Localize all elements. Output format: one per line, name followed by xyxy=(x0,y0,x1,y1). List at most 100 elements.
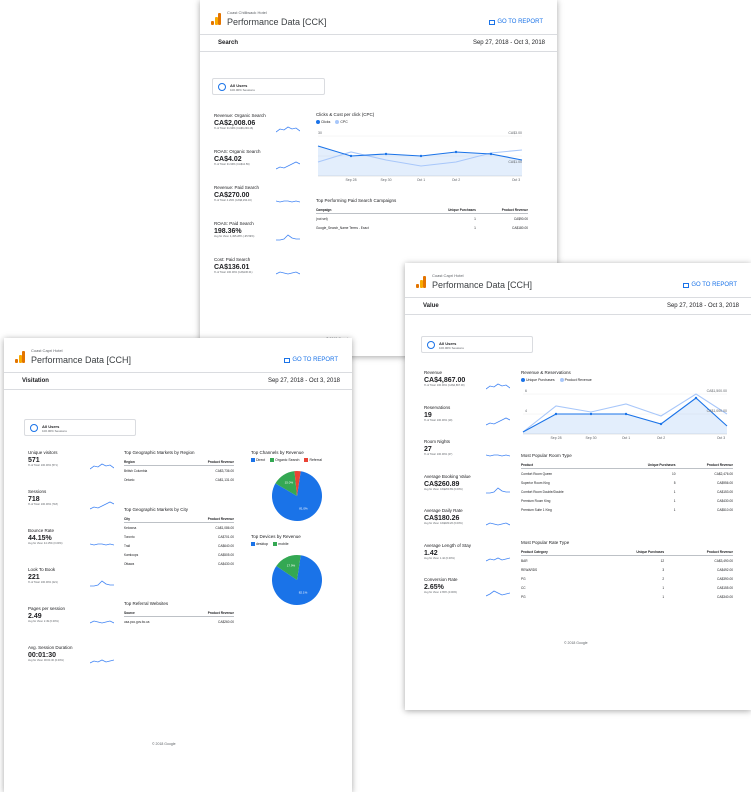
go-to-report-link[interactable]: GO TO REPORT xyxy=(489,19,543,25)
kpi-label: ROAS: Paid Search xyxy=(214,221,254,226)
table-row: Comfort Room Queen 10 CA$2,476.00 xyxy=(521,471,733,476)
table-row: (not set) 1 CA$90.00 xyxy=(316,216,528,221)
open-external-icon xyxy=(489,19,496,25)
rate-type-table: Product Category Unique Purchases Product … xyxy=(521,548,733,601)
kpi-label: Reservations xyxy=(424,404,451,410)
hotel-name: Coast Chilliwack Hotel xyxy=(227,10,267,15)
date-range[interactable]: Sep 27, 2018 - Oct 3, 2018 xyxy=(667,303,739,309)
kpi-label: Average Length of Stay xyxy=(424,542,471,548)
kpi-scorecard: Pages per session 2.49 Avg for View: 2.49 … xyxy=(28,606,114,624)
legend-item: Clicks xyxy=(316,120,330,125)
report-header: Coast Capri Hotel Performance Data [CCH]… xyxy=(4,338,352,372)
chart-title: Top Devices by Revenue xyxy=(251,534,301,539)
kpi-subtext: % of Total: 31.99% (CA$6,294.16) xyxy=(214,127,254,130)
table-row: Trail CA$640.00 xyxy=(124,543,234,548)
kpi-value: 718 xyxy=(28,496,40,503)
date-range[interactable]: Sep 27, 2018 - Oct 3, 2018 xyxy=(268,378,340,384)
table-title: Top Referral Websites xyxy=(124,601,169,606)
city-table-block: Top Geographic Markets by City City Produ… xyxy=(124,507,234,568)
segment-sub: 100.00% Sessions xyxy=(230,88,255,92)
room-type-table-block: Most Popular Room Type Product Unique Pur… xyxy=(521,453,733,514)
kpi-scorecard: Bounce Rate 44.15% Avg for View: 44.15% (0… xyxy=(28,528,114,546)
segment-ring-icon xyxy=(30,424,38,432)
section-name: Value xyxy=(423,303,439,309)
kpi-label: Bounce Rate xyxy=(28,528,55,533)
sparkline xyxy=(90,580,114,587)
date-range[interactable]: Sep 27, 2018 - Oct 3, 2018 xyxy=(473,40,545,46)
table-row: PG 2 CA$390.00 xyxy=(521,576,733,581)
chart-legend: Clicks CPC xyxy=(316,120,528,125)
footer-copyright: © 2018 Google xyxy=(152,742,176,746)
line-chart-svg: 30 CA$3.00 CA$1.00 Sep 28 Sep 30 Oct 1 O… xyxy=(317,131,523,182)
table-row: Superior Room King 5 CA$956.00 xyxy=(521,480,733,485)
section-name: Visitation xyxy=(22,378,49,384)
table-title: Most Popular Room Type xyxy=(521,453,572,458)
kpi-subtext: Avg for View: 44.15% (0.00%) xyxy=(28,542,63,545)
referral-table: Source Product Revenue usa.pco.gov.bc.ca C… xyxy=(124,609,234,626)
x-tick: Oct 2 xyxy=(657,436,665,440)
chart-legend: Unique Purchases Product Revenue xyxy=(521,378,733,383)
room-type-table: Product Unique Purchases Product Revenue C… xyxy=(521,461,733,514)
table-row: Premium Room King 1 CA$430.00 xyxy=(521,498,733,503)
kpi-label: Unique visitors xyxy=(28,450,58,455)
kpi-label: Conversion Rate xyxy=(424,577,458,582)
kpi-scorecard: ROAS: Paid Search 198.36% Avg for View: 4,… xyxy=(214,221,300,241)
sparkline xyxy=(486,486,510,493)
kpi-subtext: % of Total: 4.29% (CA$6,294.16) xyxy=(214,199,252,202)
sparkline xyxy=(90,501,114,510)
kpi-label: Cost: Paid Search xyxy=(214,257,251,262)
report-page-visitation: Coast Capri Hotel Performance Data [CCH]… xyxy=(4,338,352,792)
sparkline xyxy=(90,463,114,470)
kpi-scorecard: Revenue: Organic Search CA$2,008.06% of T… xyxy=(214,113,300,133)
table-row: Ottawa CA$430.00 xyxy=(124,561,234,566)
x-tick: Sep 28 xyxy=(550,436,561,440)
segment-chip[interactable]: All Users 100.00% Sessions xyxy=(421,336,533,353)
kpi-subtext: % of Total: 100.00% (221) xyxy=(28,581,58,584)
x-tick: Sep 30 xyxy=(585,436,596,440)
kpi-label: Room Nights xyxy=(424,439,451,444)
legend-item: CPC xyxy=(335,120,348,125)
kpi-subtext: % of Total: 100.00% (CA$136.01) xyxy=(214,271,253,274)
kpi-subtext: % of Total: 100.00% (27) xyxy=(424,453,453,456)
line-chart-svg: 6 CA$1,500.00 4 CA$1,000.00 Sep 28 Sep 3… xyxy=(522,389,728,440)
table-title: Top Geographic Markets by Region xyxy=(124,450,195,455)
kpi-value: 571 xyxy=(28,457,40,464)
kpi-label: Revenue xyxy=(424,370,443,375)
kpi-scorecard: Average Booking Value CA$260.89 Avg for Vi… xyxy=(424,474,510,493)
kpi-value: 2.49 xyxy=(28,613,42,620)
segment-chip[interactable]: All Users 100.00% Sessions xyxy=(212,78,325,95)
kpi-value: CA$260.89 xyxy=(424,480,460,488)
table-title: Top Performing Paid Search Campaigns xyxy=(316,198,397,203)
kpi-scorecard: Reservations 19% of Total: 100.00% (19) xyxy=(424,404,510,425)
kpi-subtext: Avg for View: 2.65% (0.00%) xyxy=(424,591,458,594)
sparkline xyxy=(486,557,510,561)
kpi-scorecard: Revenue CA$4,867.00% of Total: 100.00% (C… xyxy=(424,370,510,390)
segment-ring-icon xyxy=(218,83,226,91)
kpi-label: Revenue: Organic Search xyxy=(214,113,266,118)
table-title: Top Geographic Markets by City xyxy=(124,507,189,512)
rate-type-table-block: Most Popular Rate Type Product Category U… xyxy=(521,540,733,601)
segment-chip[interactable]: All Users 100.00% Sessions xyxy=(24,419,136,436)
kpi-value: CA$180.26 xyxy=(424,515,460,522)
hotel-name: Coast Capri Hotel xyxy=(432,273,464,278)
channels-pie: 81.0% 15.0% xyxy=(272,471,322,522)
table-row: Toronto CA$701.00 xyxy=(124,534,234,539)
legend-item: Product Revenue xyxy=(559,378,592,383)
kpi-subtext: Avg for View: 00:01:30 (0.00%) xyxy=(28,659,64,662)
kpi-scorecard: Average Daily Rate CA$180.26 Avg for View:… xyxy=(424,508,510,526)
table-row: Kamloops CA$505.00 xyxy=(124,552,234,557)
section-bar: Visitation Sep 27, 2018 - Oct 3, 2018 xyxy=(4,372,352,390)
sparkline xyxy=(486,590,510,597)
kpi-value: CA$2,008.06 xyxy=(214,120,256,127)
kpi-value: 27 xyxy=(424,446,432,453)
go-to-report-link[interactable]: GO TO REPORT xyxy=(284,357,338,363)
go-to-report-link[interactable]: GO TO REPORT xyxy=(683,282,737,288)
kpi-subtext: Avg for View: 2.49 (0.00%) xyxy=(28,620,59,623)
kpi-value: 2.65% xyxy=(424,584,444,591)
region-table: Region Product Revenue British Columbia CA… xyxy=(124,458,234,484)
kpi-scorecard: Unique visitors 571% of Total: 100.00% (5… xyxy=(28,450,114,470)
kpi-subtext: Avg for View: 4,495.28% (-95.59%) xyxy=(214,235,255,238)
report-title: Performance Data [CCH] xyxy=(432,280,533,290)
report-title: Performance Data [CCH] xyxy=(31,355,132,365)
kpi-value: CA$4,867.00 xyxy=(424,377,466,384)
